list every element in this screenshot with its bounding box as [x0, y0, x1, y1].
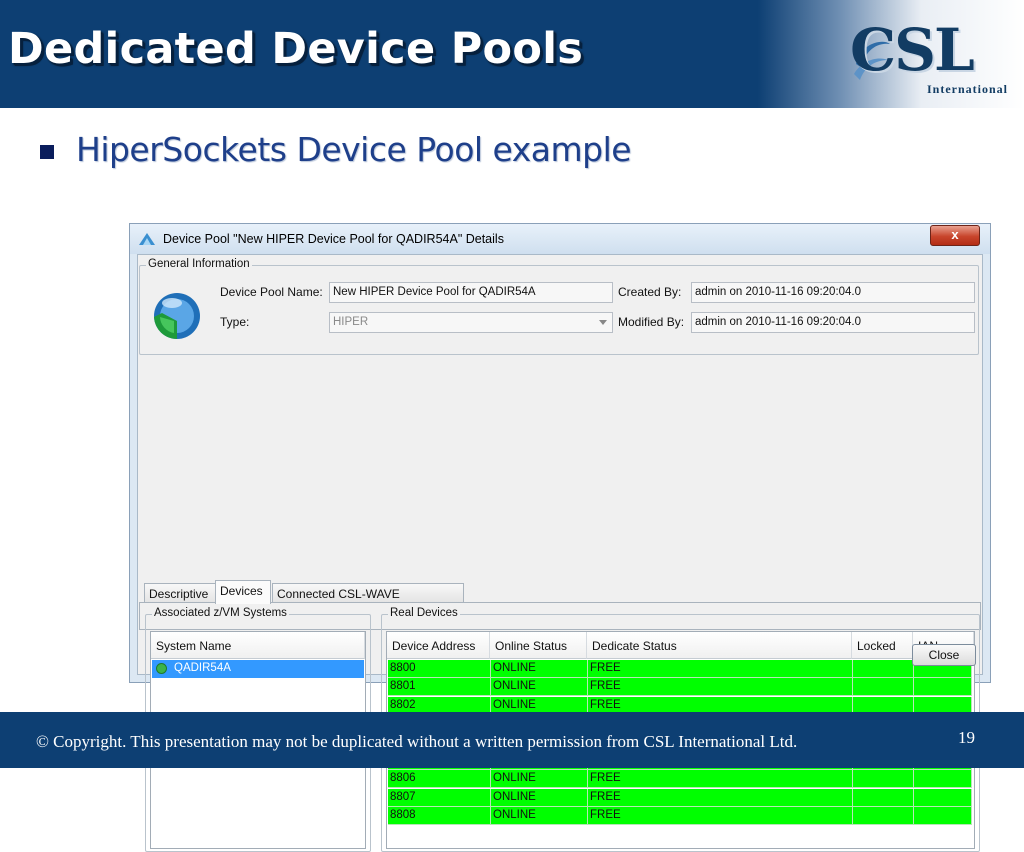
device-row[interactable]: 8800 ONLINE FREE — [388, 660, 972, 678]
real-devices-legend: Real Devices — [388, 607, 460, 619]
system-name-column-header[interactable]: System Name — [151, 632, 365, 659]
device-pool-dialog: Device Pool "New HIPER Device Pool for Q… — [129, 223, 991, 852]
dedicate-status-column-header[interactable]: Dedicate Status — [587, 632, 852, 659]
window-close-button[interactable]: x — [930, 225, 980, 246]
dropdown-arrow-icon — [599, 320, 607, 325]
logo-subtext: International — [926, 82, 1008, 96]
tab-devices[interactable]: Devices — [215, 580, 271, 604]
slide-title: Dedicated Device Pools — [8, 24, 584, 74]
tab-connected-resources[interactable]: Connected CSL-WAVE Resources — [272, 583, 464, 615]
associated-systems-legend: Associated z/VM Systems — [152, 607, 289, 619]
dedicate-status-cell: FREE — [588, 660, 853, 678]
device-row[interactable]: 8801 ONLINE FREE — [388, 678, 972, 697]
modified-by-label: Modified By: — [618, 315, 685, 329]
created-by-label: Created By: — [618, 285, 682, 299]
locked-column-header[interactable]: Locked — [852, 632, 913, 659]
locked-cell — [853, 660, 914, 678]
bullet-square-icon — [40, 144, 54, 159]
tab-descriptive[interactable]: Descriptive — [144, 583, 216, 603]
close-icon: x — [951, 227, 959, 242]
online-status-cell: ONLINE — [491, 788, 588, 807]
device-row[interactable]: 8807 ONLINE FREE — [388, 788, 972, 807]
dialog-titlebar[interactable]: Device Pool "New HIPER Device Pool for Q… — [130, 224, 990, 254]
dedicate-status-cell: FREE — [588, 807, 853, 826]
device-address-cell: 8807 — [388, 788, 491, 807]
system-name: QADIR54A — [174, 662, 231, 674]
dedicate-status-cell: FREE — [588, 770, 853, 789]
page-number: 19 — [958, 728, 975, 747]
locked-cell — [853, 770, 914, 789]
dedicate-status-cell: FREE — [588, 788, 853, 807]
type-value: HIPER — [333, 316, 369, 328]
ian-cell — [914, 770, 972, 789]
ian-cell — [914, 807, 972, 826]
pool-name-field[interactable]: New HIPER Device Pool for QADIR54A — [329, 282, 613, 303]
locked-cell — [853, 678, 914, 697]
modified-by-field[interactable]: admin on 2010-11-16 09:20:04.0 — [691, 312, 975, 333]
created-by-field[interactable]: admin on 2010-11-16 09:20:04.0 — [691, 282, 975, 303]
locked-cell — [853, 807, 914, 826]
device-address-cell: 8808 — [388, 807, 491, 826]
bullet-text: HiperSockets Device Pool example — [76, 130, 632, 169]
online-status-cell: ONLINE — [491, 660, 588, 678]
device-address-column-header[interactable]: Device Address — [387, 632, 490, 659]
online-status-cell: ONLINE — [491, 678, 588, 697]
slide-header: Dedicated Device Pools CSL International — [0, 0, 1024, 108]
system-row[interactable]: QADIR54A — [152, 660, 364, 678]
zvm-system-icon — [156, 663, 167, 674]
csl-logo: CSL International — [850, 16, 1012, 98]
dialog-body: General Information Device Pool Name: Ne… — [137, 254, 983, 852]
type-label: Type: — [220, 315, 250, 329]
slide-footer: © Copyright. This presentation may not b… — [0, 712, 1024, 768]
pool-name-label: Device Pool Name: — [220, 285, 323, 299]
dedicate-status-cell: FREE — [588, 678, 853, 697]
device-address-cell: 8800 — [388, 660, 491, 678]
type-dropdown[interactable]: HIPER — [329, 312, 613, 333]
online-status-column-header[interactable]: Online Status — [490, 632, 587, 659]
copyright-text: © Copyright. This presentation may not b… — [36, 732, 798, 751]
online-status-cell: ONLINE — [491, 807, 588, 826]
general-information-group: General Information Device Pool Name: Ne… — [139, 258, 979, 355]
locked-cell — [853, 788, 914, 807]
device-row[interactable]: 8806 ONLINE FREE — [388, 770, 972, 789]
online-status-cell: ONLINE — [491, 770, 588, 789]
window-app-icon — [139, 233, 155, 245]
ian-cell — [914, 788, 972, 807]
device-row[interactable]: 8808 ONLINE FREE — [388, 807, 972, 826]
bullet-item: HiperSockets Device Pool example — [40, 130, 632, 169]
ian-cell — [914, 678, 972, 697]
device-address-cell: 8806 — [388, 770, 491, 789]
device-pool-icon — [154, 293, 200, 339]
close-button[interactable]: Close — [912, 644, 976, 666]
device-address-cell: 8801 — [388, 678, 491, 697]
dialog-title: Device Pool "New HIPER Device Pool for Q… — [163, 232, 504, 246]
logo-wordmark: CSL — [850, 16, 975, 84]
general-information-legend: General Information — [146, 258, 252, 270]
devices-tab-panel: Associated z/VM Systems System Name QADI… — [139, 602, 981, 852]
